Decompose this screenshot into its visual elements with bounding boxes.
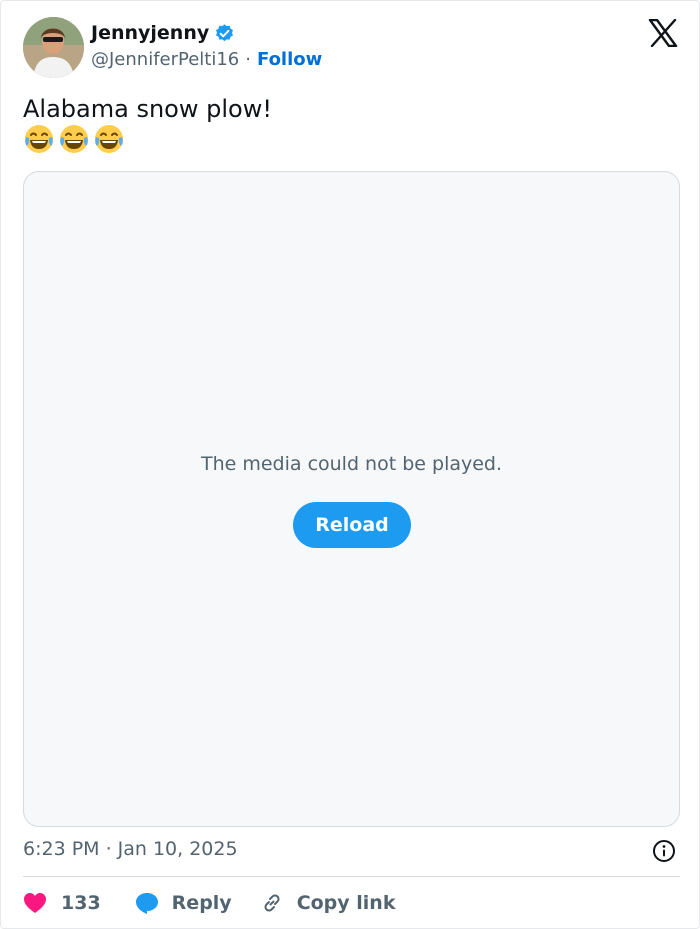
avatar-image [23, 17, 84, 78]
heart-icon [24, 893, 46, 913]
laughing-tears-emoji-icon [25, 125, 53, 153]
link-icon [264, 894, 280, 912]
copy-link-button[interactable]: Copy link [260, 891, 396, 915]
like-count: 133 [61, 892, 101, 914]
author-handle-row: @JenniferPelti16 · Follow [91, 49, 322, 70]
tweet-time: 6:23 PM [23, 838, 100, 860]
divider [23, 876, 680, 877]
display-name[interactable]: Jennyjenny [91, 22, 209, 44]
laughing-tears-emoji-icon [60, 125, 88, 153]
tweet-date: Jan 10, 2025 [117, 838, 238, 860]
reply-button[interactable]: Reply [135, 891, 232, 915]
laughing-tears-emoji-icon [95, 125, 123, 153]
reply-label: Reply [171, 892, 232, 914]
media-player: The media could not be played. Reload [23, 171, 680, 827]
verified-badge-icon [214, 23, 235, 44]
handle-separator: · [245, 49, 251, 70]
tweet-text: Alabama snow plow! [23, 95, 272, 123]
tweet-emoji-row [23, 123, 125, 155]
avatar[interactable] [23, 17, 84, 78]
tweet-embed-card: Jennyjenny @JenniferPelti16 · Follow Ala… [0, 0, 700, 929]
author-name-row: Jennyjenny [91, 22, 235, 44]
tweet-timestamp[interactable]: 6:23 PM · Jan 10, 2025 [23, 838, 238, 860]
media-error-message: The media could not be played. [200, 453, 503, 475]
tweet-actions: 133 Reply Copy link [23, 886, 395, 920]
info-icon[interactable] [652, 839, 676, 863]
follow-button[interactable]: Follow [257, 49, 322, 70]
timestamp-separator: · [105, 838, 112, 860]
reply-bubble-icon [135, 893, 158, 914]
reload-button[interactable]: Reload [293, 502, 411, 548]
author-handle[interactable]: @JenniferPelti16 [91, 49, 239, 70]
x-logo-icon[interactable] [648, 18, 678, 48]
copy-link-label: Copy link [296, 892, 396, 914]
like-button[interactable]: 133 [23, 892, 101, 914]
